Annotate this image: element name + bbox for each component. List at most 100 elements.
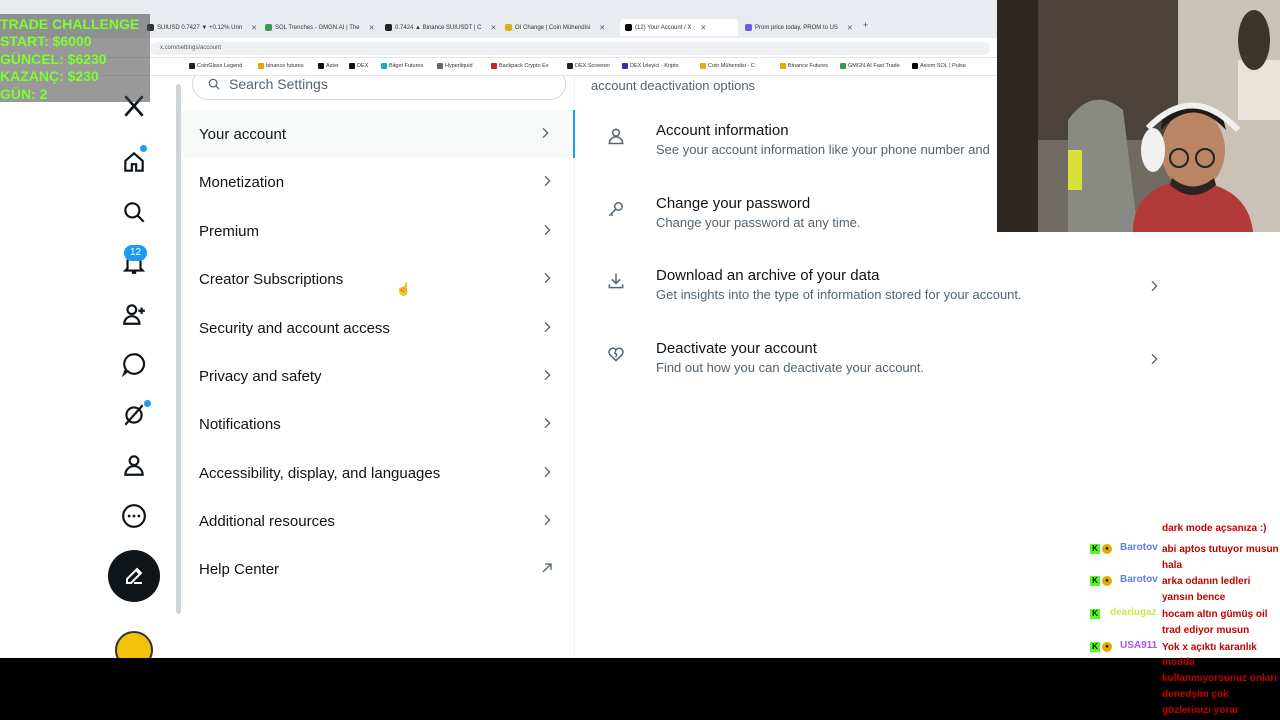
profile-icon[interactable] bbox=[120, 451, 148, 479]
browser-tab[interactable]: Prom price today, PROM to US ✕ bbox=[740, 19, 858, 36]
bookmark-item[interactable]: CoinGlass Legend bbox=[189, 63, 242, 69]
bookmark-item[interactable]: DEX İzleyici - Kripto bbox=[622, 63, 679, 69]
row-title: Download an archive of your data bbox=[656, 267, 880, 284]
bookmark-item[interactable]: Aster bbox=[318, 63, 339, 69]
main-nav: 12 bbox=[100, 76, 170, 658]
bookmark-item[interactable]: binance futures bbox=[258, 63, 304, 69]
row-description: Find out how you can deactivate your acc… bbox=[656, 360, 925, 375]
chevron-right-icon bbox=[542, 127, 549, 139]
person-icon bbox=[608, 128, 624, 145]
bookmark-item[interactable]: GMGN.AI Fast Trade bbox=[840, 63, 900, 69]
settings-item-help-center[interactable]: Help Center bbox=[183, 545, 575, 593]
coin-badge-icon: ● bbox=[1102, 544, 1112, 554]
bookmark-icon bbox=[318, 63, 324, 69]
bookmark-item[interactable]: Backpack Crypto Ex bbox=[491, 63, 549, 69]
row-description: Get insights into the type of informatio… bbox=[656, 287, 1022, 302]
browser-tab[interactable]: OI Change | Coin Mühendisi ✕ bbox=[500, 19, 618, 36]
settings-item-privacy[interactable]: Privacy and safety bbox=[183, 352, 575, 400]
bookmark-icon bbox=[700, 63, 706, 69]
settings-item-accessibility[interactable]: Accessibility, display, and languages bbox=[183, 449, 575, 497]
bookmark-icon bbox=[381, 63, 387, 69]
bookmark-icon bbox=[622, 63, 628, 69]
chat-message-text: dark mode açsanıza :) bbox=[1162, 523, 1267, 534]
settings-item-monetization[interactable]: Monetization bbox=[183, 158, 575, 206]
chat-icon[interactable] bbox=[120, 350, 148, 378]
row-title: Account information bbox=[656, 122, 789, 139]
overlay-title: TRADE CHALLENGE bbox=[0, 16, 140, 32]
close-icon[interactable]: ✕ bbox=[700, 24, 706, 32]
bookmark-item[interactable]: Binance Futures bbox=[780, 63, 828, 69]
chat-message: K ● Barotov arka odanın ledleri yansın be… bbox=[1085, 572, 1280, 606]
chat-username: Barotov bbox=[1120, 542, 1158, 553]
chevron-right-icon bbox=[544, 175, 551, 187]
bookmark-item[interactable]: Axiom SOL | Pulse bbox=[912, 63, 966, 69]
overlay-start: START: $6000 bbox=[0, 33, 92, 49]
settings-item-creator-subscriptions[interactable]: Creator Subscriptions bbox=[183, 255, 575, 303]
chat-message-text: modda kullanmıyorsunuz onları denedşim ç… bbox=[1162, 657, 1278, 716]
close-icon[interactable]: ✕ bbox=[599, 24, 605, 32]
deactivate-account-row[interactable]: Deactivate your account Find out how you… bbox=[576, 332, 1180, 404]
settings-item-notifications[interactable]: Notifications bbox=[183, 400, 575, 448]
kick-badge-icon: K bbox=[1090, 609, 1100, 619]
grok-unread-dot bbox=[144, 400, 151, 407]
bookmark-icon bbox=[912, 63, 918, 69]
browser-tab-active[interactable]: (12) Your Account / X ✕ bbox=[620, 19, 738, 36]
settings-item-additional-resources[interactable]: Additional resources bbox=[183, 497, 575, 545]
chevron-right-icon bbox=[544, 417, 551, 429]
more-icon[interactable] bbox=[120, 502, 148, 530]
chat-message: K ● Barotov abi aptos tutuyor musun hala bbox=[1085, 540, 1280, 574]
settings-search-input[interactable]: Search Settings bbox=[192, 76, 566, 100]
new-tab-button[interactable]: + bbox=[863, 20, 868, 30]
close-icon[interactable]: ✕ bbox=[490, 24, 496, 32]
bookmark-item[interactable]: Coin Mühendisi - C bbox=[700, 63, 755, 69]
search-icon[interactable] bbox=[120, 198, 148, 226]
chevron-right-icon bbox=[544, 514, 551, 526]
bookmark-icon bbox=[567, 63, 573, 69]
chat-username: USA911 bbox=[1120, 640, 1158, 651]
settings-item-premium[interactable]: Premium bbox=[183, 207, 575, 255]
download-icon bbox=[608, 273, 624, 289]
chat-username: Barotov bbox=[1120, 574, 1158, 585]
kick-badge-icon: K bbox=[1090, 576, 1100, 586]
avatar[interactable] bbox=[115, 631, 153, 658]
chevron-right-icon bbox=[1151, 280, 1158, 292]
trade-challenge-overlay: TRADE CHALLENGE START: $6000 GÜNCEL: $62… bbox=[0, 14, 150, 102]
bookmark-item[interactable]: Bitget Futures bbox=[381, 63, 423, 69]
external-link-icon bbox=[542, 563, 552, 573]
add-user-icon[interactable] bbox=[120, 300, 148, 328]
compose-post-button[interactable] bbox=[108, 550, 160, 602]
browser-tab[interactable]: SOL Trenches - GMGN.AI | The ✕ bbox=[260, 19, 378, 36]
close-icon[interactable]: ✕ bbox=[251, 24, 257, 32]
webcam-image bbox=[998, 0, 1280, 232]
settings-item-your-account[interactable]: Your account bbox=[183, 110, 575, 158]
download-archive-row[interactable]: Download an archive of your data Get ins… bbox=[576, 259, 1180, 331]
key-icon bbox=[608, 202, 623, 217]
notification-badge: 12 bbox=[124, 245, 147, 261]
bookmark-item[interactable]: Hyperliquid bbox=[437, 63, 473, 69]
mouse-cursor-icon: ☝ bbox=[396, 282, 411, 296]
home-icon[interactable] bbox=[120, 148, 148, 176]
search-icon bbox=[208, 78, 220, 90]
chat-message-text: hocam altın gümüş oil trad ediyor musun bbox=[1162, 609, 1268, 636]
bookmark-icon bbox=[189, 63, 195, 69]
kick-badge-icon: K bbox=[1090, 642, 1100, 652]
coin-badge-icon: ● bbox=[1102, 576, 1112, 586]
url-field[interactable]: x.com/settings/account bbox=[150, 42, 990, 55]
webcam-feed bbox=[997, 0, 1280, 232]
compose-icon bbox=[126, 567, 143, 584]
browser-tab[interactable]: 0.7424 ▲ Binance SUIUSDT | C ✕ bbox=[380, 19, 498, 36]
scrollbar[interactable] bbox=[176, 84, 181, 614]
chevron-right-icon bbox=[1151, 353, 1158, 365]
browser-tab[interactable]: SUIUSD 0.7427 ▼ +0.12% Unn ✕ bbox=[142, 19, 259, 36]
overlay-profit: KAZANÇ: $230 bbox=[0, 68, 99, 84]
coin-badge-icon: ● bbox=[1102, 642, 1112, 652]
close-icon[interactable]: ✕ bbox=[847, 24, 853, 32]
close-icon[interactable]: ✕ bbox=[369, 24, 375, 32]
bookmark-item[interactable]: DEX Screener bbox=[567, 63, 610, 69]
stream-frame: SUIUSD 0.7427 ▼ +0.12% Unn ✕ SOL Trenches… bbox=[0, 0, 1280, 720]
chat-message-text: abi aptos tutuyor musun hala bbox=[1162, 544, 1279, 571]
home-unread-dot bbox=[140, 145, 147, 152]
bookmark-icon bbox=[258, 63, 264, 69]
bookmark-item[interactable]: DEX bbox=[349, 63, 368, 69]
settings-item-security[interactable]: Security and account access bbox=[183, 304, 575, 352]
